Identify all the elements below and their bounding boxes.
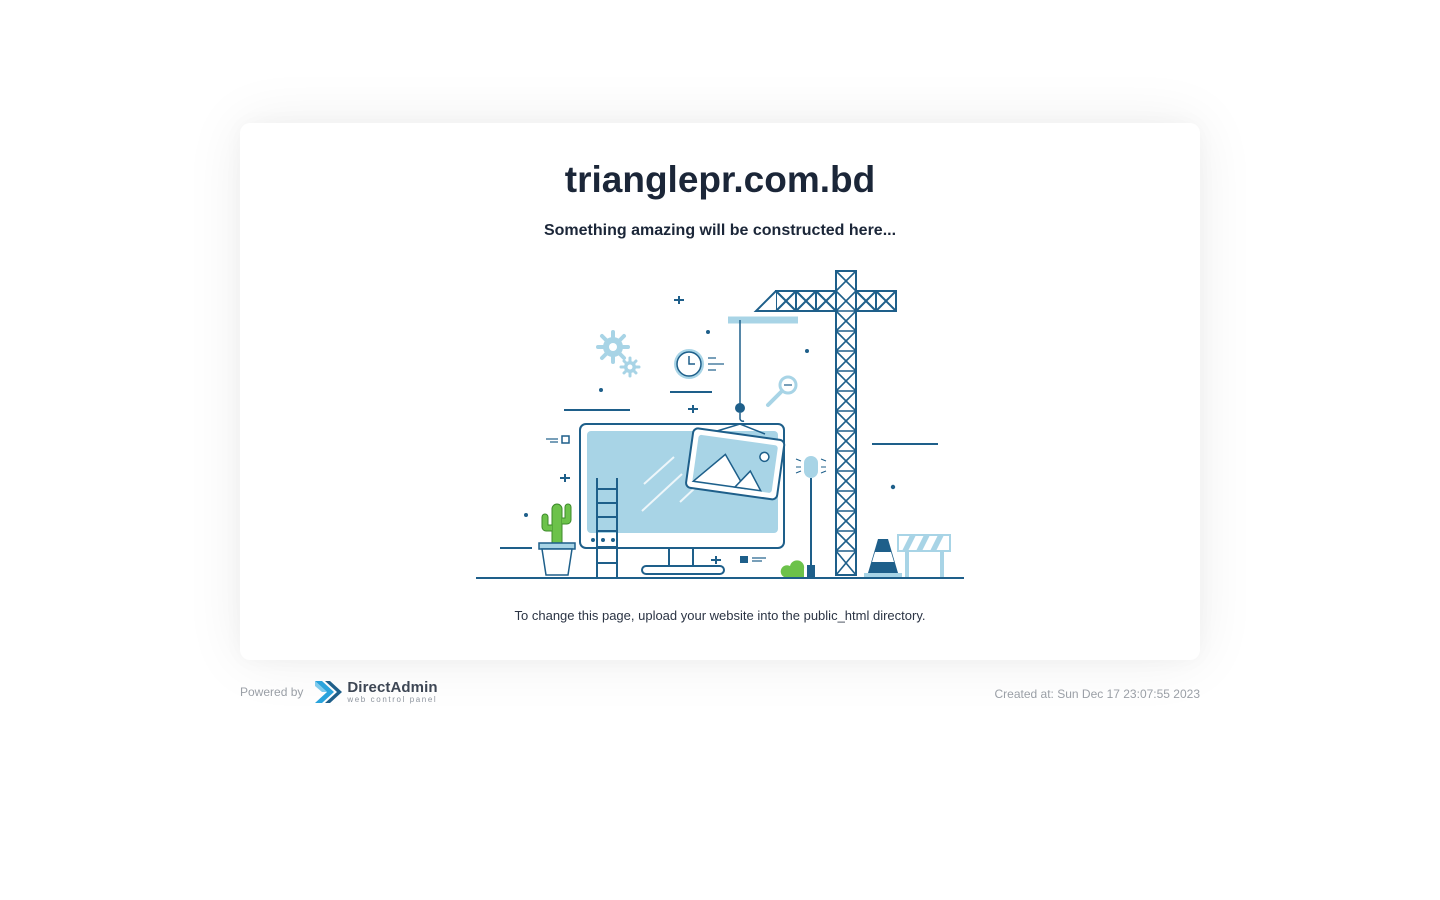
brand-name: DirectAdmin [347, 679, 438, 696]
upload-instructions: To change this page, upload your website… [514, 608, 926, 623]
powered-by: Powered by DirectAdmin web control panel [240, 676, 438, 708]
domain-title: trianglepr.com.bd [564, 159, 876, 200]
brand-tagline: web control panel [347, 695, 438, 704]
created-at: Created at: Sun Dec 17 23:07:55 2023 [994, 687, 1200, 701]
gear-icon [596, 330, 641, 378]
directadmin-logo[interactable]: DirectAdmin web control panel [313, 676, 438, 708]
lamp-post-icon [780, 456, 827, 577]
clock-icon [674, 349, 724, 379]
subtitle: Something amazing will be constructed he… [543, 222, 897, 239]
speed-lines-icon [546, 435, 570, 444]
construction-card: trianglepr.com.bd Something amazing will… [240, 123, 1200, 660]
magnifier-icon [766, 375, 798, 407]
directadmin-logo-icon [315, 681, 343, 703]
powered-by-label: Powered by [240, 685, 304, 699]
speed-lines-icon [740, 556, 766, 563]
barrier-icon [897, 534, 951, 577]
construction-illustration [476, 270, 964, 579]
cactus-icon [538, 503, 576, 576]
traffic-cone-icon [864, 539, 902, 577]
